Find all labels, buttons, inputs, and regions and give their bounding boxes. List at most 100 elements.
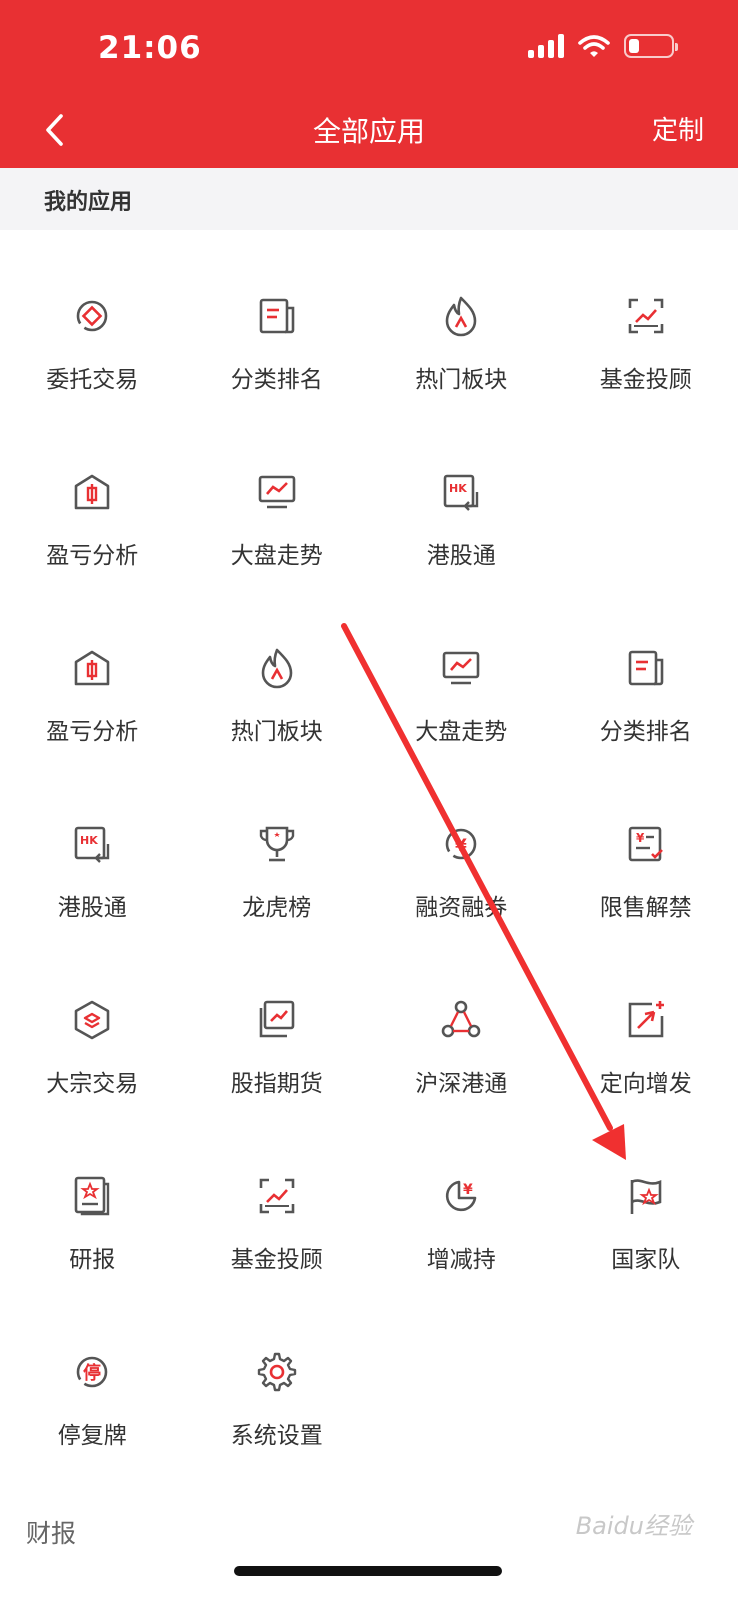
app-item[interactable]: ¥ 增减持 (369, 1110, 554, 1286)
app-header: 21:06 全部应用 定制 (0, 0, 738, 168)
app-row: 盈亏分析 大盘走势 HK 港股通 (0, 406, 738, 582)
wifi-icon (578, 35, 610, 57)
app-label: 港股通 (57, 895, 127, 921)
hk-connect-icon: HK (74, 826, 110, 863)
app-item[interactable]: 热门板块 (185, 582, 370, 758)
app-item[interactable]: 基金投顾 (185, 1110, 370, 1286)
block-trade-icon (74, 1000, 110, 1040)
app-row: 研报 基金投顾 ¥ 增减持 国家队 (0, 1110, 738, 1286)
my-apps-section-header: 我的应用 (0, 168, 738, 230)
page-title: 全部应用 (312, 115, 425, 148)
app-item[interactable]: 沪深港通 (369, 934, 554, 1110)
svg-text:¥: ¥ (636, 831, 645, 845)
svg-text:HK: HK (449, 482, 467, 495)
app-row: 委托交易 分类排名 热门板块 基金投顾 (0, 230, 738, 406)
app-label: 热门板块 (230, 719, 323, 745)
app-label: 分类排名 (230, 367, 323, 393)
market-trend-icon (258, 475, 296, 509)
ranking-icon (628, 650, 664, 686)
app-label: 股指期货 (230, 1071, 323, 1097)
app-label: 港股通 (426, 543, 496, 569)
fund-advisor-icon (259, 1178, 295, 1214)
app-label: 热门板块 (415, 367, 508, 393)
app-item[interactable]: ¥ 限售解禁 (554, 758, 738, 934)
app-label: 委托交易 (46, 367, 139, 393)
app-item[interactable]: ¥ 融资融券 (369, 758, 554, 934)
app-label: 大盘走势 (230, 543, 323, 569)
research-report-icon (74, 1176, 110, 1216)
customize-button[interactable]: 定制 (652, 110, 704, 147)
app-item[interactable]: 分类排名 (185, 230, 370, 406)
app-label: 国家队 (611, 1247, 681, 1273)
app-label: 基金投顾 (230, 1247, 323, 1273)
app-item[interactable]: 停停复牌 (0, 1286, 185, 1462)
app-item[interactable]: 股指期货 (185, 934, 370, 1110)
trade-icon (76, 300, 108, 332)
battery-icon (624, 34, 678, 58)
financial-report-section-title: 财报 (26, 1519, 77, 1548)
section-title: 我的应用 (44, 190, 133, 215)
app-label: 增减持 (426, 1247, 496, 1273)
trophy-icon (259, 826, 294, 862)
app-label: 盈亏分析 (46, 543, 139, 569)
app-item[interactable]: 大盘走势 (369, 582, 554, 758)
svg-text:¥: ¥ (455, 836, 467, 856)
app-item[interactable]: 盈亏分析 (0, 582, 185, 758)
private-placement-icon (628, 1001, 664, 1038)
signal-icon (528, 34, 564, 58)
app-row: 盈亏分析 热门板块 大盘走势 分类排名 (0, 582, 738, 758)
app-label: 分类排名 (599, 719, 692, 745)
svg-text:¥: ¥ (463, 1182, 473, 1198)
profit-analysis-icon (74, 650, 110, 686)
app-label: 系统设置 (230, 1423, 323, 1449)
app-item[interactable]: 分类排名 (554, 582, 738, 758)
app-item[interactable]: 大盘走势 (185, 406, 370, 582)
watermark: Baidu经验 (575, 1512, 692, 1540)
pie-yen-icon: ¥ (446, 1180, 477, 1212)
app-label: 基金投顾 (599, 367, 692, 393)
flag-icon (630, 1179, 662, 1214)
app-item[interactable]: 系统设置 (185, 1286, 370, 1462)
lockup-release-icon: ¥ (628, 826, 663, 862)
ranking-icon (259, 298, 295, 334)
app-item[interactable]: 委托交易 (0, 230, 185, 406)
app-label: 大宗交易 (46, 1071, 139, 1097)
svg-text:HK: HK (80, 834, 98, 847)
fund-advisor-icon (628, 298, 664, 334)
index-futures-icon (259, 1000, 295, 1038)
app-item[interactable]: 热门板块 (369, 230, 554, 406)
app-item[interactable]: 定向增发 (554, 934, 738, 1110)
app-label: 停复牌 (57, 1423, 127, 1449)
hk-connect-icon: HK (443, 474, 479, 511)
app-row: 停停复牌 系统设置 (0, 1286, 738, 1462)
app-label: 盈亏分析 (46, 719, 139, 745)
flame-icon (261, 648, 293, 689)
app-item[interactable]: HK 港股通 (369, 406, 554, 582)
margin-trading-icon: ¥ (445, 828, 477, 860)
app-item[interactable]: 大宗交易 (0, 934, 185, 1110)
app-item[interactable]: 基金投顾 (554, 230, 738, 406)
app-item[interactable]: 龙虎榜 (185, 758, 370, 934)
status-time: 21:06 (98, 30, 202, 66)
profit-analysis-icon (74, 474, 110, 510)
app-item[interactable]: 国家队 (554, 1110, 738, 1286)
app-label: 融资融券 (415, 895, 508, 921)
app-label: 定向增发 (599, 1071, 692, 1097)
app-label: 限售解禁 (599, 895, 692, 921)
app-label: 大盘走势 (415, 719, 508, 745)
gear-icon (257, 1352, 296, 1392)
home-indicator (234, 1566, 502, 1576)
app-item[interactable]: HK 港股通 (0, 758, 185, 934)
svg-text:停: 停 (83, 1362, 101, 1384)
app-grid: 委托交易 分类排名 热门板块 基金投顾 盈亏分析 大盘走势 HK 港股通 盈亏分析 热门板块 大盘走… (0, 230, 738, 1462)
app-row: 大宗交易 股指期货 沪深港通 定向增发 (0, 934, 738, 1110)
app-label: 沪深港通 (415, 1071, 508, 1097)
app-row: HK 港股通 龙虎榜 ¥ 融资融券 ¥ 限售解禁 (0, 758, 738, 934)
app-label: 研报 (69, 1247, 116, 1273)
app-item[interactable]: 盈亏分析 (0, 406, 185, 582)
suspension-icon: 停 (76, 1356, 108, 1388)
connect-network-icon (441, 1000, 481, 1038)
flame-icon (445, 296, 477, 337)
status-icons (528, 34, 678, 58)
app-item[interactable]: 研报 (0, 1110, 185, 1286)
